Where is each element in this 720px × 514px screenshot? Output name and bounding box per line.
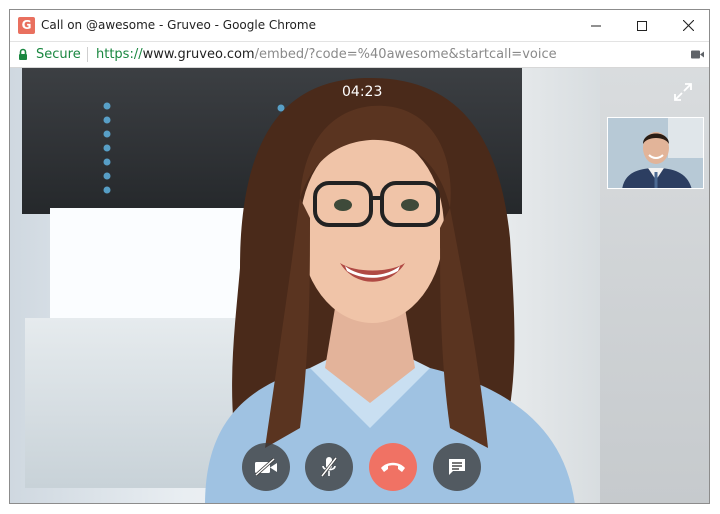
local-participant-image [608, 118, 703, 188]
remote-participant-image [205, 78, 575, 503]
secure-label[interactable]: Secure [36, 47, 81, 62]
maximize-icon [637, 20, 647, 31]
url-text[interactable]: https://www.gruveo.com/embed/?code=%40aw… [96, 47, 557, 62]
video-camera-icon[interactable] [691, 50, 704, 59]
phone-hangup-icon [381, 462, 405, 472]
expand-icon[interactable] [673, 82, 693, 102]
lock-icon [19, 48, 27, 60]
title-bar: G Call on @awesome - Gruveo - Google Chr… [10, 10, 709, 41]
mic-off-icon [320, 457, 338, 477]
minimize-button[interactable] [573, 10, 619, 41]
url-scheme: https:// [96, 47, 143, 62]
close-button[interactable] [665, 10, 709, 41]
call-timer: 04:23 [342, 84, 383, 100]
url-path: /embed/?code=%40awesome&startcall=voice [254, 47, 557, 62]
address-bar[interactable]: Secure https://www.gruveo.com/embed/?cod… [10, 41, 709, 68]
gruveo-app-icon: G [18, 17, 35, 34]
open-chat-button[interactable] [433, 443, 481, 491]
url-host: www.gruveo.com [142, 47, 255, 62]
toggle-camera-button[interactable] [242, 443, 290, 491]
address-separator [87, 47, 88, 62]
chat-icon [449, 459, 465, 475]
toggle-microphone-button[interactable] [305, 443, 353, 491]
end-call-button[interactable] [369, 443, 417, 491]
window-title: Call on @awesome - Gruveo - Google Chrom… [41, 18, 316, 32]
call-controls [10, 443, 709, 491]
remote-video: 04:23 [10, 68, 709, 503]
local-video-preview[interactable] [607, 117, 704, 189]
close-icon [682, 20, 694, 31]
maximize-button[interactable] [619, 10, 665, 41]
minimize-icon [591, 25, 601, 26]
camera-off-icon [255, 458, 277, 476]
browser-window: G Call on @awesome - Gruveo - Google Chr… [9, 9, 710, 504]
